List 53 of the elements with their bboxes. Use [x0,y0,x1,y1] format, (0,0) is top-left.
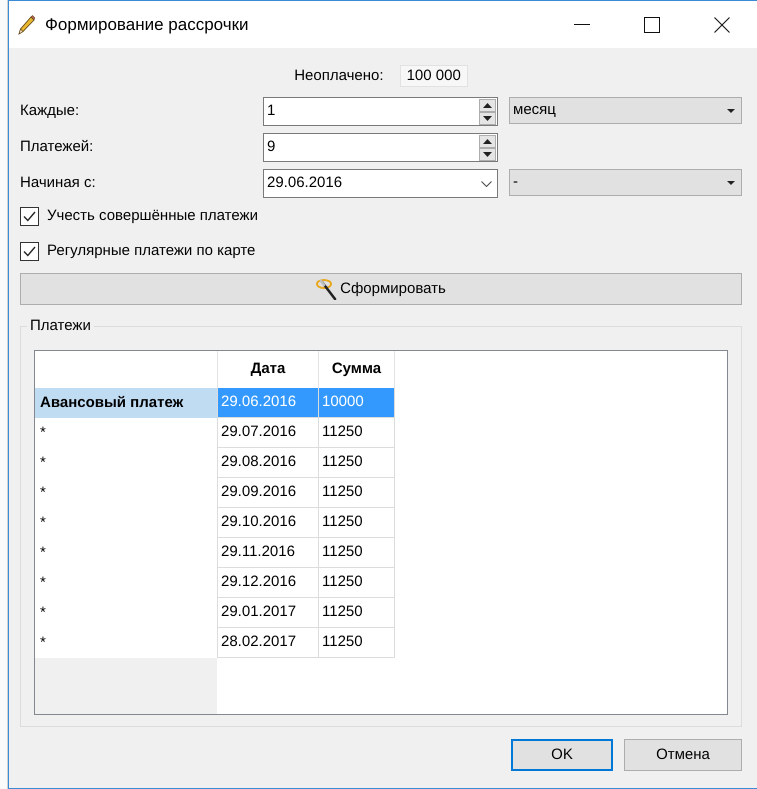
date-field[interactable]: 29.06.2016 [263,169,498,198]
down-triangle-icon [483,152,492,156]
window-title: Формирование рассрочки [45,14,250,36]
field-label: Платежей: [20,137,94,158]
dropdown[interactable]: месяц [509,97,742,124]
up-triangle-icon [483,138,492,144]
spin-down-button[interactable] [479,112,496,124]
table-cell[interactable]: 29.01.2017 [217,598,318,628]
checkbox[interactable] [20,242,39,260]
spin-up-button[interactable] [479,98,496,112]
unpaid-value: 100 000 [400,65,468,87]
table-cell[interactable]: 29.11.2016 [217,538,318,568]
table-cell[interactable]: 29.07.2016 [217,418,318,448]
unpaid-label: Неоплачено: [294,66,384,86]
up-triangle-icon [483,102,492,108]
table-cell[interactable]: 28.02.2017 [217,628,318,658]
spin-up-button[interactable] [479,134,496,148]
table-cell[interactable]: 29.09.2016 [217,478,318,508]
dialog-button[interactable]: Отмена [624,739,742,771]
table-cell[interactable]: 29.08.2016 [217,448,318,478]
table-cell[interactable]: 11250 [318,478,395,508]
table-cell[interactable]: 11250 [318,508,395,538]
checkmark-icon [23,210,36,222]
dropdown-arrow-icon [727,108,735,112]
row-header[interactable]: Авансовый платеж [35,388,217,418]
wand-icon [316,278,338,300]
minimize-icon [574,24,590,25]
field-label: Каждые: [20,101,80,122]
dropdown[interactable]: - [509,169,742,196]
checkbox-label: Регулярные платежи по карте [47,240,256,261]
table-cell[interactable]: 11250 [318,418,395,448]
table-cell[interactable]: 11250 [318,538,395,568]
table-cell[interactable]: 11250 [318,598,395,628]
checkmark-icon [23,246,36,256]
close-icon [714,16,730,32]
pencil-icon [18,14,35,34]
generate-button[interactable]: Сформировать [20,273,742,305]
table-cell[interactable]: 11250 [318,448,395,478]
chevron-down-icon [481,180,492,186]
dropdown-arrow-icon [727,180,735,184]
spin-down-button[interactable] [479,148,496,160]
table-cell[interactable]: 11250 [318,628,395,658]
maximize-icon [644,16,660,32]
dialog-button[interactable]: OK [511,739,613,771]
table-cell[interactable]: 11250 [318,568,395,598]
checkbox-label: Учесть совершённые платежи [47,206,258,226]
spin-field[interactable]: 9 [263,133,498,162]
field-label: Начиная с: [20,173,97,194]
spin-field[interactable]: 1 [263,97,498,126]
checkbox[interactable] [20,206,39,226]
down-triangle-icon [483,116,492,120]
table-cell[interactable]: 29.12.2016 [217,568,318,598]
table-cell[interactable]: 29.10.2016 [217,508,318,538]
